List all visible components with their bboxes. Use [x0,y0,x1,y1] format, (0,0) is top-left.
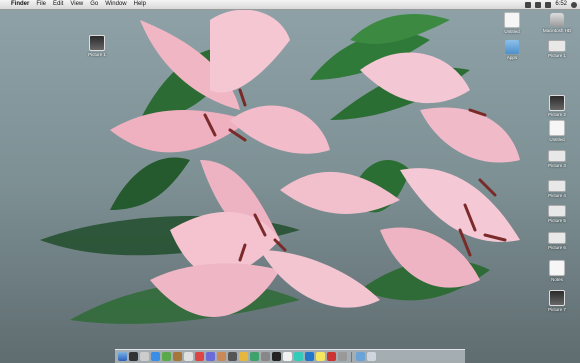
wifi-icon[interactable] [535,1,542,8]
itunes-icon[interactable] [206,352,215,361]
desktop-icon-disk[interactable]: Macintosh HD [540,13,574,33]
desktop-icon-label: Notes [551,277,563,282]
mail-icon[interactable] [140,352,149,361]
screenshot-icon [548,205,566,217]
clock[interactable]: 6:52 [555,0,567,9]
address-book-icon[interactable] [173,352,182,361]
menu-window[interactable]: Window [105,0,126,9]
desktop-icon-label: Untitled [504,29,520,34]
desktop-icon-picture1[interactable]: Picture 1 [540,40,574,58]
imovie-icon[interactable] [228,352,237,361]
document-icon [549,120,565,136]
desktop-icon-picture2[interactable]: Picture 2 [540,95,574,117]
safari-icon[interactable] [151,352,160,361]
desktop-icon-label: Picture 5 [548,218,566,223]
volume-icon[interactable] [525,1,532,8]
desktop-icon-label: Picture 1 [88,52,106,57]
screenshot-icon [548,40,566,52]
spotlight-icon[interactable] [571,1,577,8]
document-icon [549,260,565,276]
desktop-icon-label: Picture 4 [548,193,566,198]
menu-bar: Finder File Edit View Go Window Help 6:5… [0,0,580,10]
dock [115,349,465,363]
photo-booth-icon[interactable] [327,352,336,361]
desktop-icon-picture4[interactable]: Picture 4 [540,180,574,198]
system-preferences-icon[interactable] [261,352,270,361]
desktop-icon-picture3[interactable]: Picture 3 [540,150,574,168]
desktop-icon-doc[interactable]: Untitled [540,120,574,142]
menu-finder[interactable]: Finder [11,0,29,9]
menu-help[interactable]: Help [134,0,146,9]
stickies-icon[interactable] [316,352,325,361]
desktop-icon-label: Picture 2 [548,112,566,117]
ichat-icon[interactable] [162,352,171,361]
image-icon [549,290,565,306]
screenshot-icon [548,180,566,192]
hard-disk-icon [550,13,564,27]
desktop-icon-label: Picture 6 [548,245,566,250]
activity-monitor-icon[interactable] [294,352,303,361]
calculator-icon[interactable] [338,352,347,361]
screenshot-icon [548,150,566,162]
desktop-icon-picture5[interactable]: Picture 5 [540,205,574,223]
desktop-icon-doc-top[interactable]: Untitled [495,12,529,34]
desktop-icon-label: Apps [506,55,518,60]
menu-edit[interactable]: Edit [53,0,63,9]
garageband-icon[interactable] [239,352,248,361]
desktop-icon-label: Macintosh HD [542,28,572,33]
desktop-icon-doc2[interactable]: Notes [540,260,574,282]
screenshot-icon [548,232,566,244]
finder-icon[interactable] [118,352,127,361]
dashboard-icon[interactable] [129,352,138,361]
textedit-icon[interactable] [283,352,292,361]
time-machine-icon[interactable] [250,352,259,361]
desktop-icon-picture6[interactable]: Picture 6 [540,232,574,250]
iphoto-icon[interactable] [217,352,226,361]
dock-separator [351,351,352,362]
desktop-icon-picture7[interactable]: Picture 7 [540,290,574,312]
menu-file[interactable]: File [36,0,46,9]
menu-go[interactable]: Go [90,0,98,9]
preview-icon[interactable] [195,352,204,361]
image-icon [89,35,105,51]
document-icon [504,12,520,28]
desktop-icon-label: Picture 1 [548,53,566,58]
image-icon [549,95,565,111]
downloads-stack-icon[interactable] [356,352,365,361]
terminal-icon[interactable] [272,352,281,361]
battery-icon[interactable] [545,1,552,8]
desktop-icon-label: Picture 7 [548,307,566,312]
desktop-icon-folder[interactable]: Apps [495,40,529,60]
desktop-icon-label: Untitled [549,137,565,142]
ical-icon[interactable] [184,352,193,361]
trash-icon[interactable] [367,352,376,361]
menu-view[interactable]: View [70,0,83,9]
app-store-icon[interactable] [305,352,314,361]
desktop-icon-label: Picture 3 [548,163,566,168]
desktop-icon-image-left[interactable]: Picture 1 [80,35,114,57]
folder-icon [505,40,519,54]
